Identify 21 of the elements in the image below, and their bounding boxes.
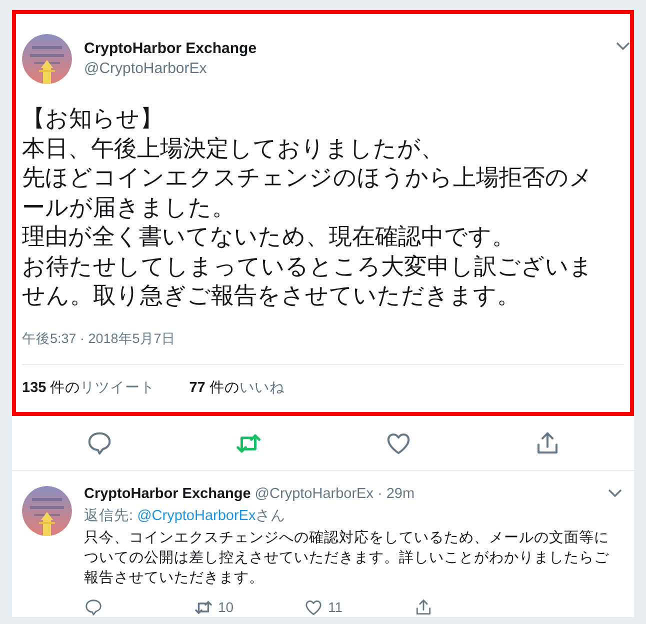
timestamp[interactable]: 午後5:37 · 2018年5月7日	[22, 330, 176, 348]
tweet-text: 只今、コインエクスチェンジへの確認対応をしているため、メールの文面等についての公開は差し控えさせていただきます。詳しいことがわかりましたらご報告させていただきます。	[84, 528, 610, 588]
share-icon[interactable]	[414, 598, 433, 616]
mention-link[interactable]: @CryptoHarborEx	[137, 508, 256, 524]
action-count: 10	[218, 599, 234, 615]
action-count: 11	[328, 599, 343, 615]
reply-to-line: 返信先: @CryptoHarborExさん	[84, 506, 286, 524]
heart-icon[interactable]	[304, 598, 323, 616]
stat-link[interactable]: 77 件のいいね	[189, 378, 284, 396]
time-ago[interactable]: 29m	[386, 486, 415, 502]
speech-bubble-icon[interactable]	[84, 598, 103, 616]
chevron-down-icon[interactable]	[616, 42, 630, 51]
separator-dot: ·	[377, 486, 382, 502]
speech-bubble-icon[interactable]	[86, 430, 113, 456]
author-name[interactable]: CryptoHarbor Exchange	[84, 40, 604, 57]
author-name[interactable]: CryptoHarbor Exchange	[84, 486, 251, 502]
tweet-text: 【お知らせ】 本日、午後上場決定しておりましたが、 先ほどコインエクスチェンジのほうから上場拒否のメールが届きました。 理由が全く書いてないため、現在確認中です。 お待たせしてしまっているところ大変申し訳ございません。取り急ぎご報告をさせていただきます。	[22, 104, 594, 310]
author-handle[interactable]: @CryptoHarborEx	[254, 486, 374, 502]
author-handle[interactable]: @CryptoHarborEx	[84, 60, 207, 77]
chevron-down-icon[interactable]	[608, 489, 622, 498]
stat-link[interactable]: 135 件の リツイート	[22, 378, 156, 396]
